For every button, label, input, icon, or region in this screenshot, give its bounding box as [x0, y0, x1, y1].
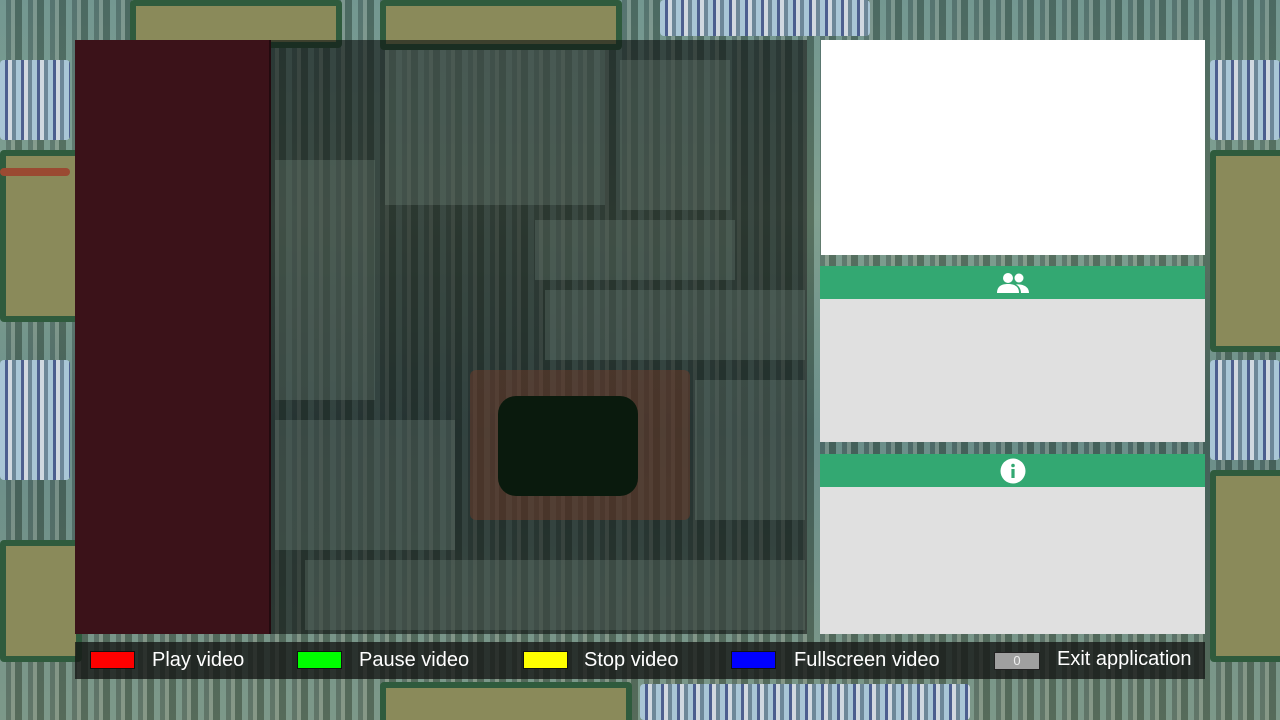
video-frame-amp	[535, 220, 735, 280]
video-frame-amp	[275, 420, 455, 550]
fullscreen-video-label: Fullscreen video	[794, 649, 940, 671]
users-panel	[820, 266, 1205, 442]
exit-application-label: Exit application	[1057, 648, 1192, 670]
bg-amp	[0, 540, 82, 662]
bg-amp	[1210, 470, 1280, 662]
bg-tapes	[1210, 360, 1280, 460]
bg-tapes	[1210, 60, 1280, 140]
video-frame-tapes	[545, 290, 805, 360]
video-sidebar	[75, 40, 271, 634]
bg-tapes	[0, 360, 70, 480]
bg-amp	[1210, 150, 1280, 352]
yellow-key[interactable]	[523, 651, 568, 669]
bg-tapes	[0, 60, 70, 140]
bg-tapes	[640, 684, 970, 720]
red-key[interactable]	[90, 651, 135, 669]
stop-video-label: Stop video	[584, 649, 679, 671]
bg-tapes	[660, 0, 870, 36]
control-bar: Play video Pause video Stop video Fullsc…	[75, 642, 1205, 679]
people-icon	[996, 271, 1030, 295]
info-panel-header	[820, 454, 1205, 487]
bg-amp	[380, 682, 632, 720]
preview-panel	[821, 40, 1205, 255]
info-icon	[1000, 458, 1026, 484]
video-frame-tapes	[275, 160, 375, 400]
video-frame-tv	[470, 370, 690, 520]
blue-key[interactable]	[731, 651, 776, 669]
users-panel-header	[820, 266, 1205, 299]
play-video-label: Play video	[152, 649, 245, 671]
green-key[interactable]	[297, 651, 342, 669]
video-frame-tv-screen	[498, 396, 638, 496]
pause-video-label: Pause video	[359, 649, 470, 671]
info-panel	[820, 454, 1205, 634]
video-frame-amp	[385, 50, 605, 205]
video-frame-amp	[695, 380, 805, 520]
video-frame-tapes	[620, 60, 730, 210]
video-player[interactable]	[75, 40, 807, 634]
bg-strip	[0, 168, 70, 176]
exit-key[interactable]: 0	[994, 652, 1040, 670]
video-frame-tapes	[305, 560, 805, 630]
